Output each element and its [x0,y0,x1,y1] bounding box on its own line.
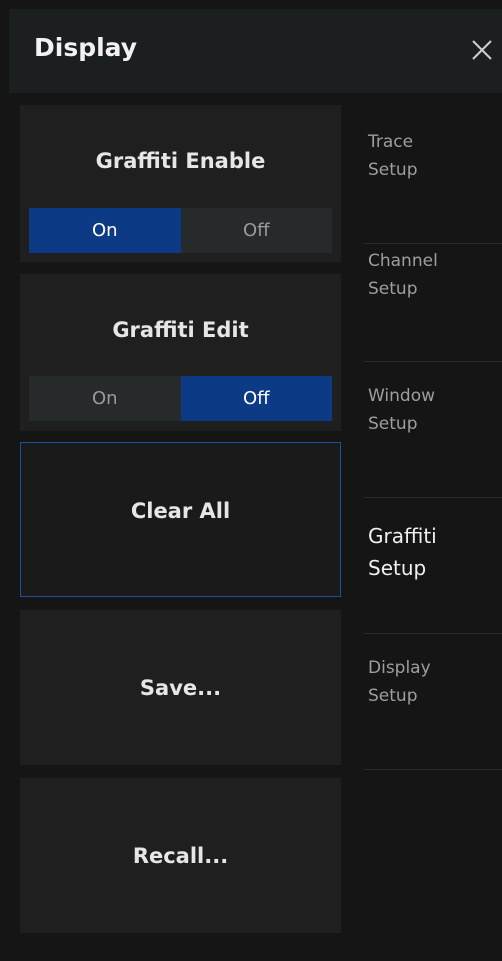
nav-item-display-setup[interactable]: Display Setup [349,634,502,770]
close-icon[interactable] [468,36,496,64]
graffiti-edit-on[interactable]: On [29,376,181,421]
graffiti-edit-toggle[interactable]: On Off [29,376,332,421]
save-label: Save... [139,675,222,700]
divider [364,769,502,770]
save-button[interactable]: Save... [20,610,341,765]
nav-item-channel-setup[interactable]: Channel Setup [349,226,502,362]
nav-item-label: Window Setup [368,386,436,434]
clear-all-label: Clear All [130,498,231,523]
nav-item-trace-setup[interactable]: Trace Setup [349,108,502,244]
dialog-title: Display [34,33,138,62]
nav-item-label: Display Setup [368,658,431,706]
graffiti-enable-label: Graffiti Enable [95,149,266,173]
nav-item-window-setup[interactable]: Window Setup [349,362,502,498]
nav-item-label: Channel Setup [368,251,438,299]
nav-item-label: Graffiti Setup [368,524,437,580]
graffiti-edit-off[interactable]: Off [180,376,332,421]
recall-button[interactable]: Recall... [20,778,341,933]
nav-item-label: Trace Setup [368,132,418,180]
nav-item-graffiti-setup[interactable]: Graffiti Setup [349,498,502,634]
graffiti-enable-on[interactable]: On [29,208,181,253]
graffiti-edit-label: Graffiti Edit [112,318,249,342]
graffiti-enable-off[interactable]: Off [180,208,332,253]
clear-all-button[interactable]: Clear All [20,442,341,597]
dialog-header: Display [9,9,502,93]
graffiti-enable-toggle[interactable]: On Off [29,208,332,253]
recall-label: Recall... [132,843,229,868]
